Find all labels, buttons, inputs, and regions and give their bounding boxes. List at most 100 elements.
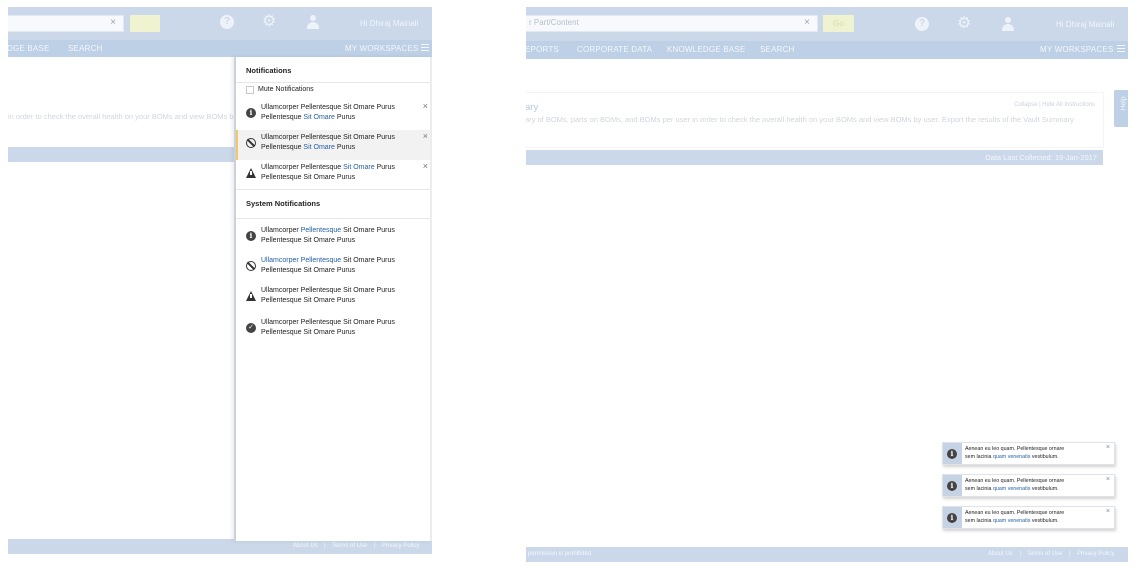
footer-copyright: permission is prohibited. — [528, 551, 593, 557]
left-app-window: × ? ⚙ Hi Dhiraj Mainali DGE BASE SEARCH … — [8, 7, 432, 554]
toast-text: Aenean eu leo quam. Pellentesque ornare … — [965, 446, 1065, 460]
toast-notification[interactable]: i Aenean eu leo quam. Pellentesque ornar… — [942, 442, 1115, 465]
nav-my-workspaces[interactable]: MY WORKSPACES — [345, 44, 418, 53]
footer-separator: | — [1020, 550, 1022, 557]
warning-icon — [246, 291, 256, 301]
footer-separator: | — [374, 542, 376, 549]
summary-bar — [8, 147, 234, 162]
user-icon[interactable] — [1001, 17, 1015, 31]
system-notifications-title: System Notifications — [246, 199, 321, 208]
info-icon: i — [246, 108, 256, 118]
footer-privacy-link[interactable]: Privacy Policy — [1077, 551, 1114, 557]
notification-link[interactable]: Sit Omare — [303, 144, 335, 151]
close-icon[interactable]: × — [1106, 444, 1110, 451]
mute-label[interactable]: Mute Notifications — [258, 86, 314, 93]
info-icon: i — [947, 513, 957, 523]
search-input[interactable]: × — [8, 15, 124, 32]
notification-text: Ullamcorper Pellentesque Sit Omare Purus… — [261, 134, 395, 151]
close-icon[interactable]: × — [1106, 508, 1110, 515]
warning-icon — [246, 168, 256, 178]
search-input[interactable]: r Part/Content × — [526, 15, 818, 32]
divider — [236, 189, 432, 190]
footer-privacy-link[interactable]: Privacy Policy — [382, 543, 419, 549]
go-button[interactable] — [130, 15, 160, 32]
help-icon[interactable]: ? — [220, 15, 234, 29]
notification-item[interactable]: i Ullamcorper Pellentesque Sit Omare Pur… — [236, 100, 432, 130]
notifications-title: Notifications — [246, 66, 292, 75]
blocked-icon — [246, 138, 256, 148]
menu-icon[interactable] — [1117, 45, 1125, 52]
notification-link[interactable]: Pellentesque — [301, 227, 341, 234]
system-notification-item[interactable]: Ullamcorper Pellentesque Sit Omare Purus… — [236, 253, 432, 283]
notification-text: Ullamcorper Pellentesque Sit Omare Purus… — [261, 319, 395, 336]
blocked-icon — [246, 261, 256, 271]
nav-corporate-data[interactable]: CORPORATE DATA — [577, 45, 652, 54]
notification-link[interactable]: Ullamcorper Pellentesque — [261, 257, 341, 264]
footer-terms-link[interactable]: Terms of Use — [1027, 551, 1062, 557]
toast-text: Aenean eu leo quam. Pellentesque ornare … — [965, 478, 1065, 492]
footer-separator: | — [324, 542, 326, 549]
info-icon: i — [947, 449, 957, 459]
gear-icon[interactable]: ⚙ — [262, 14, 276, 30]
drawer-scrollbar[interactable] — [430, 57, 432, 541]
right-app-window: r Part/Content × Go ? ⚙ Hi Dhiraj Mainal… — [526, 7, 1128, 562]
footer-terms-link[interactable]: Terms of Use — [332, 543, 367, 549]
main-nav: DGE BASE SEARCH MY WORKSPACES — [8, 40, 432, 57]
nav-knowledge-base[interactable]: DGE BASE — [8, 44, 50, 53]
card-title: ary — [526, 102, 539, 113]
nav-search[interactable]: SEARCH — [760, 45, 795, 54]
toast-notification[interactable]: i Aenean eu leo quam. Pellentesque ornar… — [942, 474, 1115, 497]
close-icon[interactable]: × — [1106, 476, 1110, 483]
notification-text: Ullamcorper Pellentesque Sit Omare Purus… — [261, 227, 395, 244]
nav-reports[interactable]: EPORTS — [526, 45, 559, 54]
system-notification-item[interactable]: Ullamcorper Pellentesque Sit Omare Purus… — [236, 283, 432, 313]
footer-about-link[interactable]: About Us — [988, 551, 1013, 557]
toast-link[interactable]: quam venenatis — [993, 454, 1030, 460]
nav-search[interactable]: SEARCH — [68, 44, 103, 53]
close-icon[interactable]: × — [423, 161, 428, 171]
menu-icon[interactable] — [421, 44, 429, 51]
notification-link[interactable]: Sit Omare — [343, 164, 375, 171]
mute-checkbox[interactable] — [246, 86, 254, 94]
toast-link[interactable]: quam venenatis — [993, 486, 1030, 492]
check-icon: ✓ — [246, 323, 256, 333]
footer: permission is prohibited. About Us | Ter… — [526, 547, 1128, 562]
clear-search-icon[interactable]: × — [804, 17, 810, 28]
user-greeting[interactable]: Hi Dhiraj Mainali — [360, 19, 418, 28]
gear-icon[interactable]: ⚙ — [957, 16, 971, 32]
top-header: r Part/Content × Go ? ⚙ Hi Dhiraj Mainal… — [526, 7, 1128, 41]
notification-text: Ullamcorper Pellentesque Sit Omare Purus… — [261, 257, 395, 274]
user-greeting[interactable]: Hi Dhiraj Mainali — [1056, 20, 1114, 29]
collapse-links[interactable]: Collapse | Hide All Instructions — [1014, 102, 1095, 108]
go-button[interactable]: Go — [823, 15, 854, 32]
close-icon[interactable]: × — [423, 101, 428, 111]
info-icon: i — [947, 481, 957, 491]
toast-link[interactable]: quam venenatis — [993, 518, 1030, 524]
nav-my-workspaces[interactable]: MY WORKSPACES — [1040, 45, 1113, 54]
user-icon[interactable] — [306, 15, 320, 29]
card-description: ary of BOMs, parts on BOMs, and BOMs per… — [526, 115, 1074, 124]
toast-notification[interactable]: i Aenean eu leo quam. Pellentesque ornar… — [942, 506, 1115, 529]
notification-item-highlighted[interactable]: Ullamcorper Pellentesque Sit Omare Purus… — [236, 130, 432, 160]
system-notification-item[interactable]: i Ullamcorper Pellentesque Sit Omare Pur… — [236, 223, 432, 253]
page-description: in order to check the overall health on … — [8, 112, 234, 121]
top-header: × ? ⚙ Hi Dhiraj Mainali — [8, 7, 432, 40]
info-icon: i — [246, 231, 256, 241]
close-icon[interactable]: × — [423, 131, 428, 141]
notification-text: Ullamcorper Pellentesque Sit Omare Purus… — [261, 104, 395, 121]
help-tab[interactable]: Help — [1114, 90, 1128, 127]
nav-knowledge-base[interactable]: KNOWLEDGE BASE — [667, 45, 745, 54]
notification-link[interactable]: Sit Omare — [303, 114, 335, 121]
clear-search-icon[interactable]: × — [110, 17, 116, 28]
main-nav: EPORTS CORPORATE DATA KNOWLEDGE BASE SEA… — [526, 41, 1128, 59]
footer: About Us | Terms of Use | Privacy Policy — [8, 539, 432, 554]
help-icon[interactable]: ? — [915, 17, 929, 31]
notifications-drawer: Notifications Mute Notifications i Ullam… — [234, 57, 432, 541]
footer-about-link[interactable]: About Us — [293, 543, 318, 549]
system-notification-item[interactable]: ✓ Ullamcorper Pellentesque Sit Omare Pur… — [236, 315, 432, 345]
notification-text: Ullamcorper Pellentesque Sit Omare Purus… — [261, 287, 395, 304]
notification-item[interactable]: Ullamcorper Pellentesque Sit Omare Purus… — [236, 160, 432, 190]
screenshot-composite: × ? ⚙ Hi Dhiraj Mainali DGE BASE SEARCH … — [0, 0, 1139, 577]
search-placeholder: r Part/Content — [529, 18, 579, 27]
divider — [236, 218, 432, 219]
